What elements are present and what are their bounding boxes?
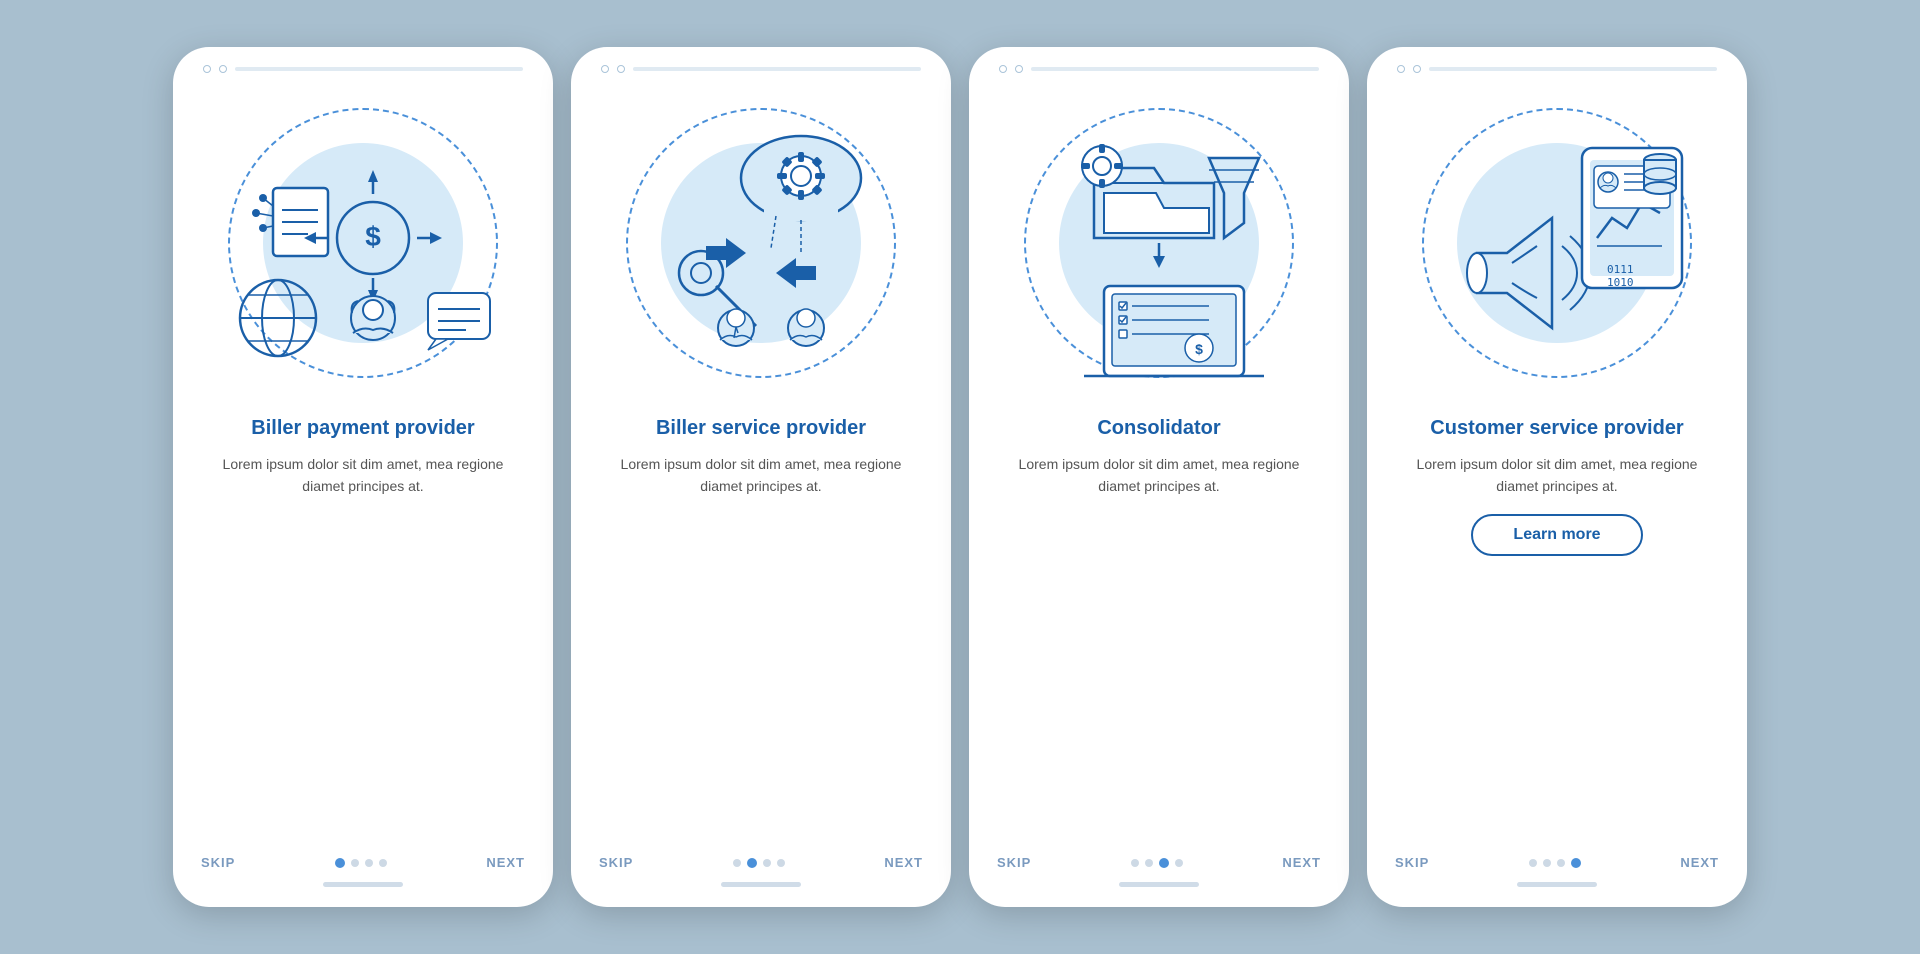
nav-row-3: SKIP NEXT [997, 855, 1321, 870]
top-bar-4 [1367, 65, 1747, 73]
nav-dots-4 [1529, 858, 1581, 868]
dot-5 [999, 65, 1007, 73]
card-footer-1: SKIP NEXT [173, 843, 553, 907]
card-body-2: Lorem ipsum dolor sit dim amet, mea regi… [599, 453, 923, 498]
nav-dot-2-4 [777, 859, 785, 867]
nav-dot-1-3 [365, 859, 373, 867]
illustration-area-2 [601, 83, 921, 403]
top-bar-2 [571, 65, 951, 73]
nav-dot-4-2 [1543, 859, 1551, 867]
next-button-4[interactable]: NEXT [1680, 855, 1719, 870]
nav-dot-2-2 [747, 858, 757, 868]
next-button-2[interactable]: NEXT [884, 855, 923, 870]
nav-row-1: SKIP NEXT [201, 855, 525, 870]
nav-dots-1 [335, 858, 387, 868]
illustration-svg-4: 0111 1010 [1412, 98, 1702, 388]
nav-dot-1-2 [351, 859, 359, 867]
illustration-svg-1: $ [218, 98, 508, 388]
nav-row-4: SKIP NEXT [1395, 855, 1719, 870]
nav-handle-4 [1517, 882, 1597, 887]
svg-text:$: $ [365, 221, 381, 252]
next-button-3[interactable]: NEXT [1282, 855, 1321, 870]
skip-button-1[interactable]: SKIP [201, 855, 235, 870]
nav-dot-1-4 [379, 859, 387, 867]
dot-2 [219, 65, 227, 73]
dot-1 [203, 65, 211, 73]
illustration-area-4: 0111 1010 [1397, 83, 1717, 403]
skip-button-2[interactable]: SKIP [599, 855, 633, 870]
nav-dot-2-1 [733, 859, 741, 867]
line-3 [1031, 67, 1319, 71]
nav-dot-4-4 [1571, 858, 1581, 868]
nav-handle-2 [721, 882, 801, 887]
card-content-3: Consolidator Lorem ipsum dolor sit dim a… [969, 415, 1349, 843]
card-footer-3: SKIP NEXT [969, 843, 1349, 907]
dot-3 [601, 65, 609, 73]
illustration-area-3: $ [999, 83, 1319, 403]
nav-handle-3 [1119, 882, 1199, 887]
dot-7 [1397, 65, 1405, 73]
card-body-4: Lorem ipsum dolor sit dim amet, mea regi… [1395, 453, 1719, 498]
dot-8 [1413, 65, 1421, 73]
nav-dot-4-3 [1557, 859, 1565, 867]
nav-dot-3-2 [1145, 859, 1153, 867]
line-1 [235, 67, 523, 71]
line-4 [1429, 67, 1717, 71]
line-2 [633, 67, 921, 71]
nav-dots-2 [733, 858, 785, 868]
cards-container: $ [173, 47, 1747, 907]
card-footer-4: SKIP NEXT [1367, 843, 1747, 907]
nav-dot-4-1 [1529, 859, 1537, 867]
card-body-3: Lorem ipsum dolor sit dim amet, mea regi… [997, 453, 1321, 498]
card-title-2: Biller service provider [656, 415, 866, 441]
next-button-1[interactable]: NEXT [486, 855, 525, 870]
svg-text:1010: 1010 [1607, 276, 1634, 289]
card-biller-payment: $ [173, 47, 553, 907]
card-content-2: Biller service provider Lorem ipsum dolo… [571, 415, 951, 843]
nav-dots-3 [1131, 858, 1183, 868]
learn-more-button[interactable]: Learn more [1471, 514, 1642, 556]
nav-dot-3-3 [1159, 858, 1169, 868]
card-content-4: Customer service provider Lorem ipsum do… [1367, 415, 1747, 843]
skip-button-4[interactable]: SKIP [1395, 855, 1429, 870]
card-title-1: Biller payment provider [251, 415, 474, 441]
illustration-area-1: $ [203, 83, 523, 403]
svg-text:0111: 0111 [1607, 263, 1634, 276]
card-body-1: Lorem ipsum dolor sit dim amet, mea regi… [201, 453, 525, 498]
top-bar-1 [173, 65, 553, 73]
nav-dot-2-3 [763, 859, 771, 867]
nav-row-2: SKIP NEXT [599, 855, 923, 870]
illustration-svg-3: $ [1014, 98, 1304, 388]
card-biller-service: Biller service provider Lorem ipsum dolo… [571, 47, 951, 907]
skip-button-3[interactable]: SKIP [997, 855, 1031, 870]
card-title-3: Consolidator [1097, 415, 1220, 441]
card-consolidator: $ Consolidator Lorem ipsum dolor sit dim… [969, 47, 1349, 907]
illustration-svg-2 [616, 98, 906, 388]
card-footer-2: SKIP NEXT [571, 843, 951, 907]
card-content-1: Biller payment provider Lorem ipsum dolo… [173, 415, 553, 843]
card-title-4: Customer service provider [1430, 415, 1683, 441]
card-customer-service: 0111 1010 Customer service provider Lore… [1367, 47, 1747, 907]
dot-6 [1015, 65, 1023, 73]
nav-dot-1-1 [335, 858, 345, 868]
nav-dot-3-1 [1131, 859, 1139, 867]
top-bar-3 [969, 65, 1349, 73]
nav-handle-1 [323, 882, 403, 887]
nav-dot-3-4 [1175, 859, 1183, 867]
dot-4 [617, 65, 625, 73]
svg-text:$: $ [1195, 341, 1203, 357]
